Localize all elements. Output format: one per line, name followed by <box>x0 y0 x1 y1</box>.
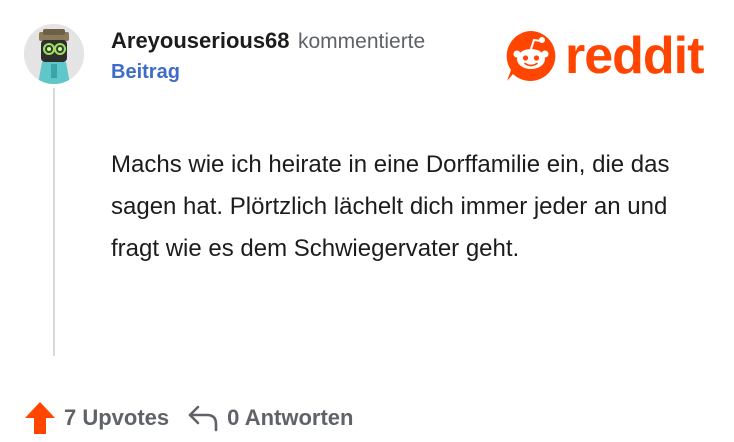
reddit-logo: reddit <box>503 27 704 85</box>
username[interactable]: Areyouserious68 <box>111 28 290 53</box>
upvote-arrow-icon <box>25 402 55 434</box>
reply-button[interactable]: 0 Antworten <box>187 403 353 433</box>
comment-footer: 7 Upvotes 0 Antworten <box>24 400 353 436</box>
user-avatar[interactable] <box>24 24 84 84</box>
action-verb: kommentierte <box>297 30 426 53</box>
thread-line <box>53 88 55 356</box>
post-link[interactable]: Beitrag <box>111 58 180 86</box>
reply-arrow-icon <box>188 405 218 432</box>
avatar-image <box>24 24 84 84</box>
reddit-snoo-icon <box>506 31 556 81</box>
reply-count: 0 Antworten <box>227 405 354 430</box>
upvote-count: 7 Upvotes <box>64 405 170 430</box>
reddit-wordmark: reddit <box>565 27 704 85</box>
upvote-button[interactable]: 7 Upvotes <box>24 401 169 435</box>
comment-header: Areyouserious68 kommentierte <box>111 26 425 59</box>
comment-body: Machs wie ich heirate in eine Dorffamili… <box>111 151 670 262</box>
